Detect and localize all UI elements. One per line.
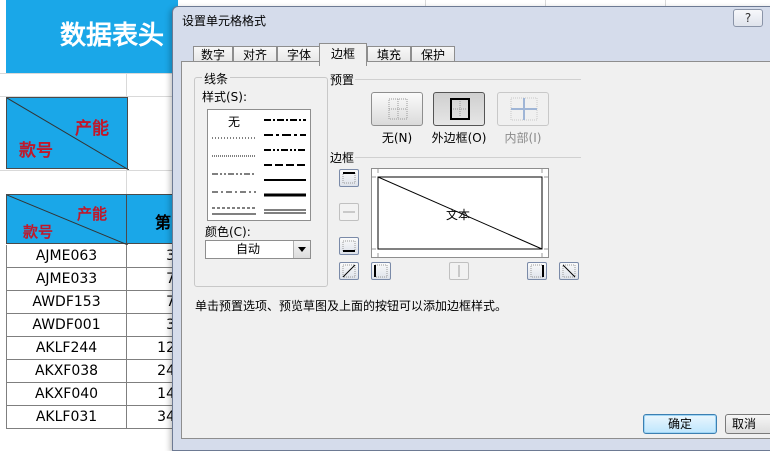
table-row[interactable]: AKXF040 14 <box>6 383 178 406</box>
header-bottom-label: 款号 <box>19 141 53 161</box>
preset-outline-label: 外边框(O) <box>431 131 487 145</box>
diagonal-header-cell-1[interactable]: 产能 款号 <box>6 97 129 170</box>
format-cells-dialog: 设置单元格格式 ? 数字 对齐 字体 边框 填充 保护 线条 样式(S): 无 <box>172 6 770 451</box>
code-cell[interactable]: AKLF031 <box>6 406 127 429</box>
tab-border[interactable]: 边框 <box>319 43 367 66</box>
diagonal-down-icon <box>562 264 576 278</box>
code-cell[interactable]: AJME033 <box>6 268 127 291</box>
border-center-button[interactable] <box>449 262 469 280</box>
border-right-icon <box>530 264 544 278</box>
preset-inside-button[interactable] <box>497 92 549 126</box>
cancel-button[interactable]: 取消 <box>725 414 770 434</box>
preset-none-button[interactable] <box>371 92 423 126</box>
preset-inside-label: 内部(I) <box>504 131 542 145</box>
value-cell[interactable]: 14 <box>126 383 178 406</box>
border-bottom-icon <box>342 240 356 252</box>
table-row[interactable]: AJME063 3 <box>6 245 178 268</box>
border-middle-button[interactable] <box>339 203 359 221</box>
grid-line <box>0 73 180 74</box>
line-color-value: 自动 <box>236 242 261 256</box>
value-cell[interactable]: 7 <box>126 268 178 291</box>
header-top-label: 产能 <box>77 205 108 223</box>
preset-none-label: 无(N) <box>381 131 413 145</box>
border-diagonal-down-button[interactable] <box>559 262 579 280</box>
style-label: 样式(S): <box>202 88 248 105</box>
diagonal-header-cell-2[interactable]: 产能 款号 <box>6 194 128 245</box>
color-label: 颜色(C): <box>205 223 251 240</box>
code-cell[interactable]: AJME063 <box>6 245 127 268</box>
code-cell[interactable]: AKLF244 <box>6 337 127 360</box>
code-cell[interactable]: AKXF040 <box>6 383 127 406</box>
code-cell[interactable]: AWDF153 <box>6 291 127 314</box>
border-hint-text: 单击预置选项、预览草图及上面的按钮可以添加边框样式。 <box>195 299 508 313</box>
preview-text: 文本 <box>446 208 471 222</box>
border-left-button[interactable] <box>371 262 391 280</box>
header-bottom-label: 款号 <box>23 223 54 241</box>
value-cell[interactable]: 24 <box>126 360 178 383</box>
table-row[interactable]: AWDF001 3 <box>6 314 178 337</box>
preset-outline-button[interactable] <box>433 92 485 126</box>
chevron-down-icon[interactable] <box>293 241 310 258</box>
line-style-list[interactable]: 无 <box>207 109 311 221</box>
help-button[interactable]: ? <box>733 9 763 27</box>
border-label: 边框 <box>328 149 357 166</box>
value-cell[interactable]: 34 <box>126 406 178 429</box>
preset-none-icon <box>388 98 408 120</box>
line-style-options[interactable] <box>208 110 310 220</box>
value-cell[interactable]: 3 <box>126 245 178 268</box>
table-row[interactable]: AKLF031 34 <box>6 406 178 429</box>
border-middle-icon <box>343 211 355 213</box>
grid-line <box>0 170 180 171</box>
table-row[interactable]: AKLF244 12 <box>6 337 178 360</box>
dialog-title: 设置单元格格式 <box>182 14 267 28</box>
column-header-cell[interactable]: 第 <box>126 194 176 244</box>
code-cell[interactable]: AWDF001 <box>6 314 127 337</box>
header-top-label: 产能 <box>75 119 109 139</box>
value-cell[interactable]: 3 <box>126 314 178 337</box>
border-center-icon <box>458 265 460 277</box>
border-right-button[interactable] <box>527 262 547 280</box>
code-cell[interactable]: AKXF038 <box>6 360 127 383</box>
border-top-icon <box>342 172 356 184</box>
line-color-select[interactable]: 自动 <box>205 240 311 259</box>
table-row[interactable]: AWDF153 7 <box>6 291 178 314</box>
sheet-title: 数据表头 <box>6 0 178 73</box>
table-row[interactable]: AJME033 7 <box>6 268 178 291</box>
border-diagonal-up-button[interactable] <box>339 262 359 280</box>
diagonal-up-icon <box>342 264 356 278</box>
preset-outline-icon <box>450 98 470 120</box>
border-separator <box>355 157 581 158</box>
border-bottom-button[interactable] <box>339 237 359 255</box>
value-cell[interactable]: 7 <box>126 291 178 314</box>
presets-separator <box>355 79 581 80</box>
border-top-button[interactable] <box>339 169 359 187</box>
presets-label: 预置 <box>328 71 357 88</box>
line-group-label: 线条 <box>202 70 231 87</box>
preset-inside-icon <box>510 97 538 121</box>
value-cell[interactable]: 12 <box>126 337 178 360</box>
border-preview[interactable]: 文本 <box>371 168 549 258</box>
ok-button[interactable]: 确定 <box>643 414 717 434</box>
table-row[interactable]: AKXF038 24 <box>6 360 178 383</box>
border-left-icon <box>374 264 388 278</box>
